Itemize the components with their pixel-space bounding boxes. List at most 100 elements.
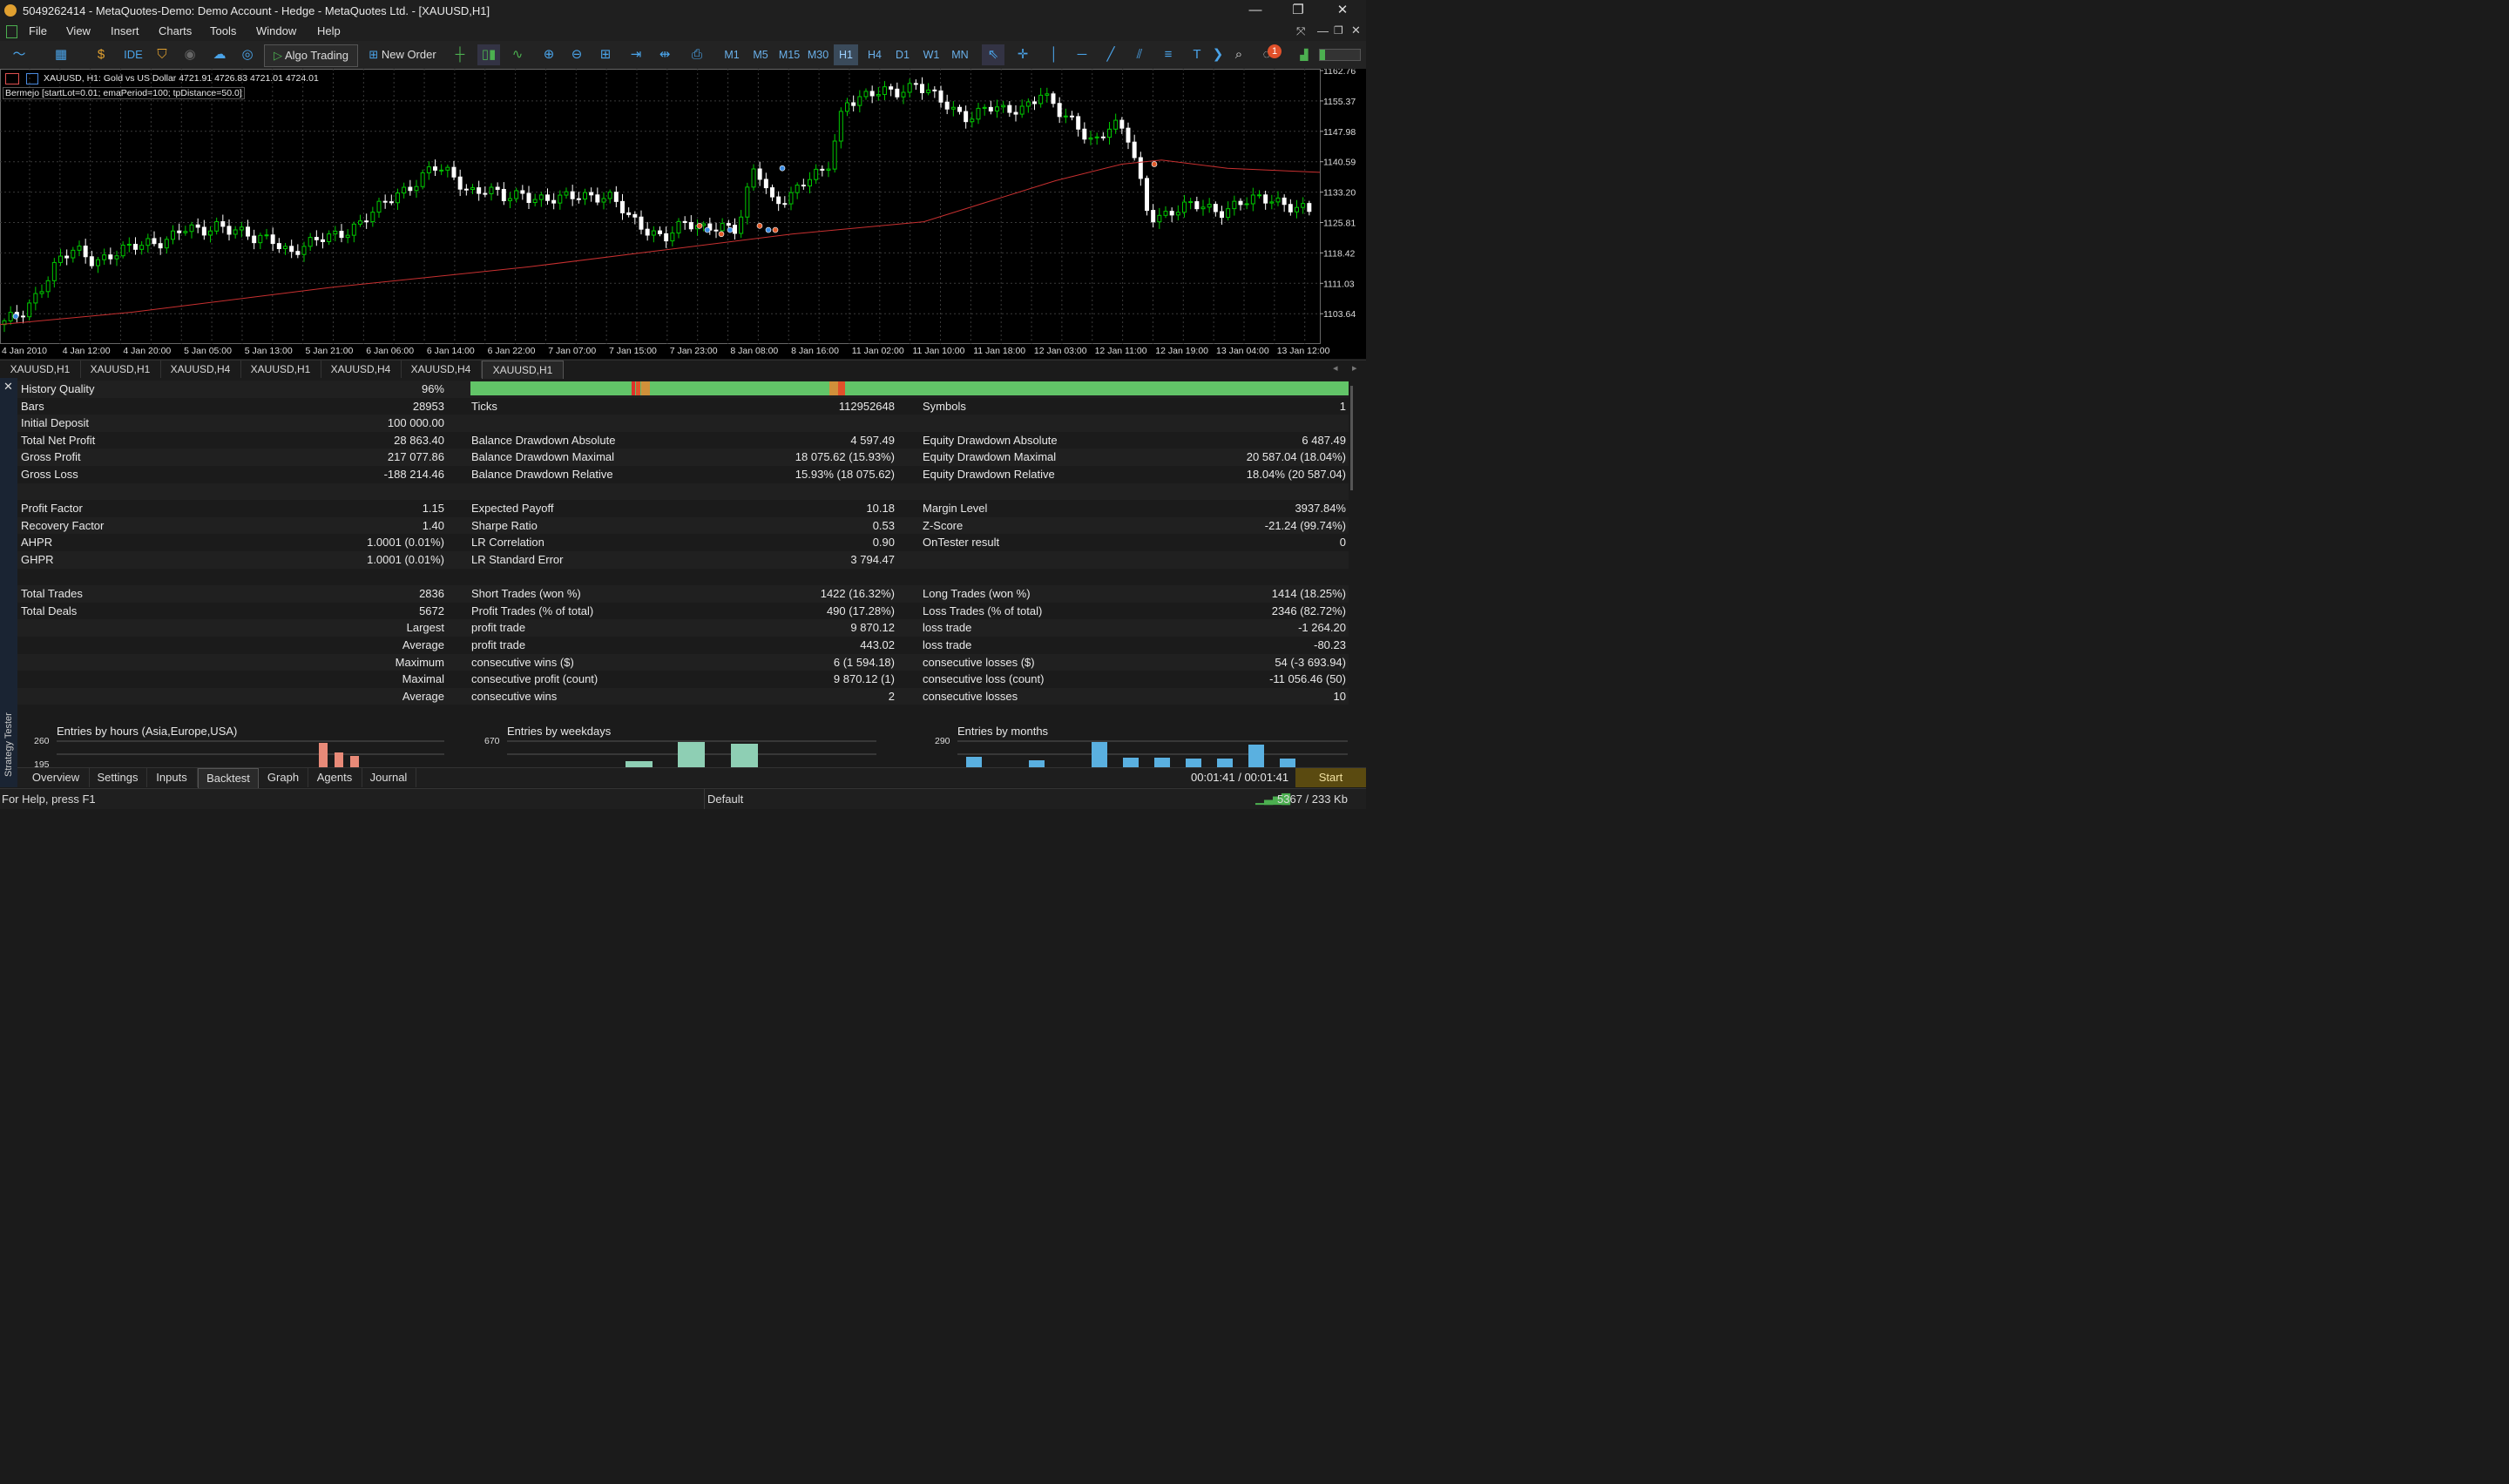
screenshot-icon[interactable]: ⎙ (686, 44, 707, 65)
timeframe-m30[interactable]: M30 (805, 44, 831, 65)
report-scrollbar[interactable] (1349, 381, 1356, 764)
menu-tools[interactable]: Tools (210, 24, 236, 37)
tab-agents[interactable]: Agents (308, 768, 362, 787)
depth-icon[interactable] (26, 73, 38, 84)
candle-body (1301, 203, 1306, 208)
sub-close-button[interactable]: ✕ (1351, 24, 1361, 37)
cursor-icon[interactable]: ⇖ (982, 44, 1004, 65)
zoom-out-icon[interactable]: ⊖ (566, 44, 587, 65)
chart-tab-6[interactable]: XAUUSD,H4 (401, 361, 482, 378)
ide-button[interactable]: IDE (120, 44, 146, 65)
chart-template-icon[interactable]: ▦ (49, 44, 73, 65)
timeframe-w1[interactable]: W1 (919, 44, 943, 65)
menu-help[interactable]: Help (317, 24, 341, 37)
menu-view[interactable]: View (66, 24, 91, 37)
time-label: 11 Jan 18:00 (973, 346, 1026, 356)
timeframe-mn[interactable]: MN (948, 44, 972, 65)
crosshair-icon[interactable]: ✛ (1012, 44, 1033, 65)
tabs-scroll-left-icon[interactable]: ◂ (1333, 362, 1338, 374)
timeframe-h4[interactable]: H4 (862, 44, 887, 65)
horizontal-line-icon[interactable]: ─ (1072, 44, 1092, 65)
time-label: 12 Jan 11:00 (1094, 346, 1147, 356)
minimize-button[interactable]: — (1235, 2, 1275, 21)
candle-body (520, 190, 525, 194)
chart-tab-3[interactable]: XAUUSD,H4 (160, 361, 241, 378)
candle-body (246, 226, 250, 237)
market-icon[interactable]: $ (91, 44, 112, 65)
tab-backtest[interactable]: Backtest (198, 768, 259, 789)
fibonacci-icon[interactable]: ≡ (1158, 44, 1179, 65)
search-icon[interactable]: ⌕ (1228, 44, 1249, 65)
candle-body (1094, 136, 1099, 138)
timeframe-h1[interactable]: H1 (834, 44, 858, 65)
stat-label: Total Net Profit (21, 433, 96, 447)
report-row: Total Net Profit 28 863.40 Balance Drawdow… (17, 431, 1349, 449)
new-order-button[interactable]: ⊞ New Order (362, 44, 443, 65)
line-icon[interactable]: ∿ (507, 44, 528, 65)
pin-icon[interactable]: ⤧ (1296, 24, 1305, 38)
start-button[interactable]: Start (1295, 768, 1366, 787)
chart-tab-5[interactable]: XAUUSD,H4 (321, 361, 402, 378)
trade-marker (12, 313, 19, 320)
text-icon[interactable]: T (1187, 44, 1207, 65)
vps-icon[interactable]: ◎ (237, 44, 258, 65)
trendline-icon[interactable]: ╱ (1100, 44, 1121, 65)
chart-canvas[interactable]: 1162.76 1155.37 1147.98 1140.59 1133.20 1125.… (0, 69, 1366, 344)
tab-journal[interactable]: Journal (362, 768, 416, 787)
chart-tab-1[interactable]: XAUUSD,H1 (0, 361, 81, 378)
tab-overview[interactable]: Overview (23, 768, 90, 787)
menu-window[interactable]: Window (256, 24, 296, 37)
scroll-chart-icon[interactable]: ⇥ (625, 44, 647, 65)
tab-graph[interactable]: Graph (259, 768, 308, 787)
shapes-icon[interactable]: ❯ (1209, 44, 1227, 65)
candle-body (1151, 210, 1156, 223)
price-chart[interactable]: 1162.76 1155.37 1147.98 1140.59 1133.20 1125.… (0, 69, 1366, 359)
candle-body (1200, 206, 1206, 210)
channel-icon[interactable]: ⫽ (1129, 44, 1150, 65)
menu-bar: File View Insert Charts Tools Window Hel… (0, 22, 1366, 41)
candle-body (333, 231, 338, 235)
timeframe-m1[interactable]: M1 (720, 44, 744, 65)
candle-body (664, 233, 669, 242)
candle-body (1257, 194, 1261, 197)
chart-tab-7[interactable]: XAUUSD,H1 (482, 361, 564, 379)
timeframe-m5[interactable]: M5 (748, 44, 773, 65)
sub-minimize-button[interactable]: — (1317, 24, 1329, 37)
tab-inputs[interactable]: Inputs (146, 768, 198, 787)
line-chart-icon[interactable]: 〜 (7, 44, 31, 65)
timeframe-m15[interactable]: M15 (776, 44, 802, 65)
candle-body (489, 186, 494, 195)
candle-body (1126, 127, 1131, 143)
tile-windows-icon[interactable]: ⊞ (595, 44, 616, 65)
menu-file[interactable]: File (29, 24, 47, 37)
signals-icon[interactable]: ◉ (179, 44, 200, 65)
tab-settings[interactable]: Settings (89, 768, 147, 787)
algo-trading-button[interactable]: ▷ Algo Trading (264, 44, 358, 67)
profile-name[interactable]: Default (707, 793, 743, 806)
month-bar (966, 757, 982, 767)
candlestick-icon[interactable]: ▯▮ (477, 44, 500, 65)
zoom-in-icon[interactable]: ⊕ (538, 44, 559, 65)
cloud-icon[interactable]: ☁ (209, 44, 230, 65)
bar-chart-icon[interactable]: ┼ (450, 44, 470, 65)
menu-charts[interactable]: Charts (159, 24, 192, 37)
maximize-button[interactable]: ❐ (1278, 2, 1318, 21)
vertical-line-icon[interactable]: │ (1044, 44, 1065, 65)
sub-restore-button[interactable]: ❐ (1334, 24, 1343, 37)
chart-tab-4[interactable]: XAUUSD,H1 (240, 361, 321, 378)
trade-panel-icon[interactable] (5, 73, 19, 84)
signal-strength-icon[interactable]: ▟ (1295, 44, 1314, 65)
expert-advisor-label[interactable]: Bermejo [startLot=0.01; emaPeriod=100; t… (3, 87, 245, 99)
time-label: 4 Jan 2010 (2, 346, 47, 356)
timeframe-d1[interactable]: D1 (890, 44, 915, 65)
close-button[interactable]: ✕ (1322, 2, 1363, 21)
chart-window-icon[interactable] (6, 25, 17, 38)
stat-value: 443.02 (860, 638, 895, 651)
chart-tab-2[interactable]: XAUUSD,H1 (80, 361, 161, 378)
candle-body (645, 228, 650, 236)
chart-shift-icon[interactable]: ⇹ (653, 44, 676, 65)
menu-insert[interactable]: Insert (111, 24, 139, 37)
time-axis: 4 Jan 2010 4 Jan 12:00 4 Jan 20:00 5 Jan 05… (0, 344, 1329, 359)
shop-bag-icon[interactable]: ⛉ (152, 44, 172, 65)
tabs-scroll-right-icon[interactable]: ▸ (1352, 362, 1357, 374)
